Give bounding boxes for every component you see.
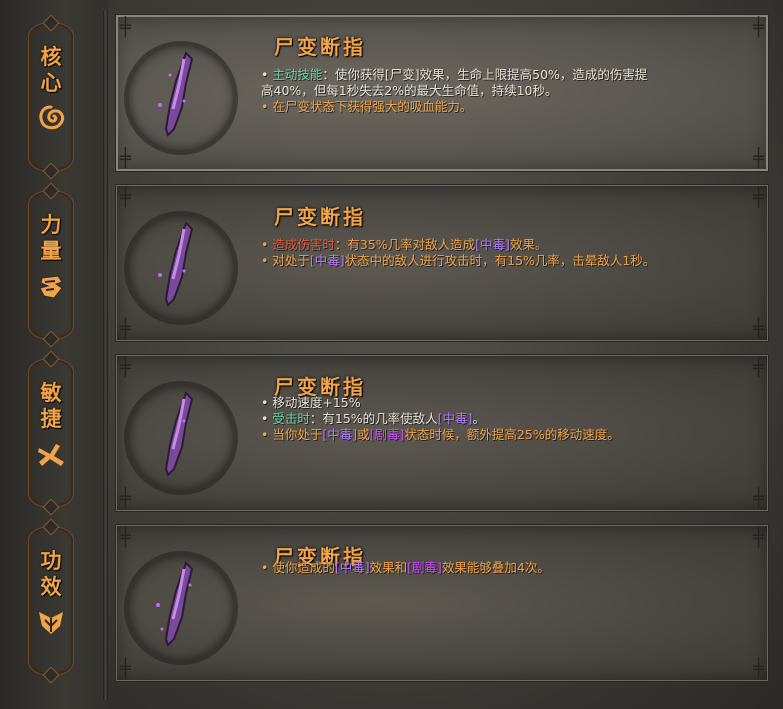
tab-effect-char-1: 功 (40, 548, 62, 573)
description-text: 移动速度+15% (272, 395, 361, 410)
tab-agility-char-2: 捷 (40, 406, 62, 431)
skill-card-1[interactable]: ╪ ╪ ╪ ╪ 尸变断指 • 主动技能：使你获得[尸变]效果，生命上限提高50%… (115, 14, 769, 172)
description-text: ：使你获得[尸变]效果，生命上限提高50%，造成的伤害提 (322, 67, 648, 82)
tab-core-char-1: 核 (40, 44, 62, 69)
tab-strength[interactable]: 力 量 (28, 190, 74, 340)
trigger-keyword: 受击时 (272, 411, 310, 426)
skill-card-2[interactable]: ╪ ╪ ╪ ╪ 尸变断指 • 造成伤害时：有35%几率对敌人造成[中毒]效果。 … (115, 184, 769, 342)
corner-ornament: ╪ (753, 488, 764, 509)
poison-keyword: [中毒] (475, 237, 510, 252)
tab-agility[interactable]: 敏 捷 (28, 358, 74, 508)
tab-agility-char-1: 敏 (40, 380, 62, 405)
corner-ornament: ╪ (753, 357, 764, 378)
tab-effect[interactable]: 功 效 (28, 526, 74, 676)
description-text: ：有35%几率对敌人造成 (334, 237, 476, 252)
poison-keyword: [中毒] (437, 411, 473, 426)
description-text: 高40%，但每1秒失去2%的最大生命值，持续10秒。 (261, 83, 558, 98)
skill-title: 尸变断指 (274, 35, 366, 59)
agility-runner-icon (38, 444, 64, 466)
description-text: 效果能够叠加4次。 (441, 560, 550, 575)
core-swirl-icon (39, 105, 65, 130)
bullet: • (261, 395, 269, 410)
bullet: • (261, 253, 269, 268)
bullet: • (261, 67, 269, 82)
corner-ornament: ╪ (120, 148, 131, 169)
tab-strength-char-2: 量 (40, 238, 62, 263)
effect-leaf-icon (39, 612, 63, 634)
description-text: 或 (357, 427, 370, 442)
corner-ornament: ╪ (753, 17, 764, 38)
corner-ornament: ╪ (120, 357, 131, 378)
trigger-keyword: 造成伤害时 (272, 237, 335, 252)
severed-finger-icon (156, 561, 194, 647)
description-text: 状态中的敌人进行攻击时，有15%几率，击晕敌人1秒。 (344, 253, 656, 268)
venom-keyword: [剧毒] (369, 427, 405, 442)
bullet: • (261, 99, 269, 114)
tab-effect-char-2: 效 (40, 574, 62, 599)
description-text: 对处于 (272, 253, 310, 268)
corner-ornament: ╪ (120, 658, 131, 679)
tab-strength-char-1: 力 (40, 212, 62, 237)
bullet: • (261, 560, 269, 575)
bullet: • (261, 427, 269, 442)
description-text: 效果和 (369, 560, 408, 575)
severed-finger-icon (158, 51, 194, 137)
description-text: 状态时候，额外提高25%的移动速度。 (404, 427, 620, 442)
description-text: 。 (472, 411, 485, 426)
corner-ornament: ╪ (120, 187, 131, 208)
corner-ornament: ╪ (753, 658, 764, 679)
skill-title: 尸变断指 (274, 205, 366, 229)
corner-ornament: ╪ (753, 318, 764, 339)
poison-keyword: [中毒] (334, 560, 370, 575)
skill-keyword: 主动技能 (272, 67, 323, 82)
skill-description: • 造成伤害时：有35%几率对敌人造成[中毒]效果。 • 对处于[中毒]状态中的… (261, 237, 731, 269)
venom-keyword: [剧毒] (407, 560, 442, 575)
tab-core-char-2: 心 (40, 70, 62, 95)
description-text: 使你造成的 (272, 560, 335, 575)
strength-fist-icon (39, 275, 63, 299)
sidebar-divider (103, 10, 108, 700)
skill-card-3[interactable]: ╪ ╪ ╪ ╪ 尸变断指 • 移动速度+15% • 受击时：有15%的几率使敌人… (115, 354, 769, 512)
severed-finger-icon (164, 391, 194, 477)
corner-ornament: ╪ (120, 488, 131, 509)
description-text: 在尸变状态下获得强大的吸血能力。 (272, 99, 473, 114)
corner-ornament: ╪ (753, 187, 764, 208)
description-text: 当你处于 (272, 427, 323, 442)
corner-ornament: ╪ (120, 17, 131, 38)
skill-description: • 使你造成的[中毒]效果和[剧毒]效果能够叠加4次。 (261, 560, 731, 576)
severed-finger-icon (158, 221, 194, 307)
poison-keyword: [中毒] (322, 427, 358, 442)
corner-ornament: ╪ (120, 527, 131, 548)
corner-ornament: ╪ (120, 318, 131, 339)
bullet: • (261, 411, 269, 426)
corner-ornament: ╪ (753, 527, 764, 548)
tab-core[interactable]: 核 心 (28, 22, 74, 172)
poison-keyword: [中毒] (309, 253, 345, 268)
description-text: ：有15%的几率使敌人 (309, 411, 438, 426)
description-text: 效果。 (509, 237, 548, 252)
corner-ornament: ╪ (753, 148, 764, 169)
skill-description: • 主动技能：使你获得[尸变]效果，生命上限提高50%，造成的伤害提 高40%，… (261, 67, 731, 115)
skill-card-4[interactable]: ╪ ╪ ╪ ╪ 尸变断指 • 使你造成的[中毒]效果和[剧毒]效果能够叠加4次。 (115, 524, 769, 682)
bullet: • (261, 237, 269, 252)
skill-description: • 移动速度+15% • 受击时：有15%的几率使敌人[中毒]。 • 当你处于[… (261, 395, 731, 443)
